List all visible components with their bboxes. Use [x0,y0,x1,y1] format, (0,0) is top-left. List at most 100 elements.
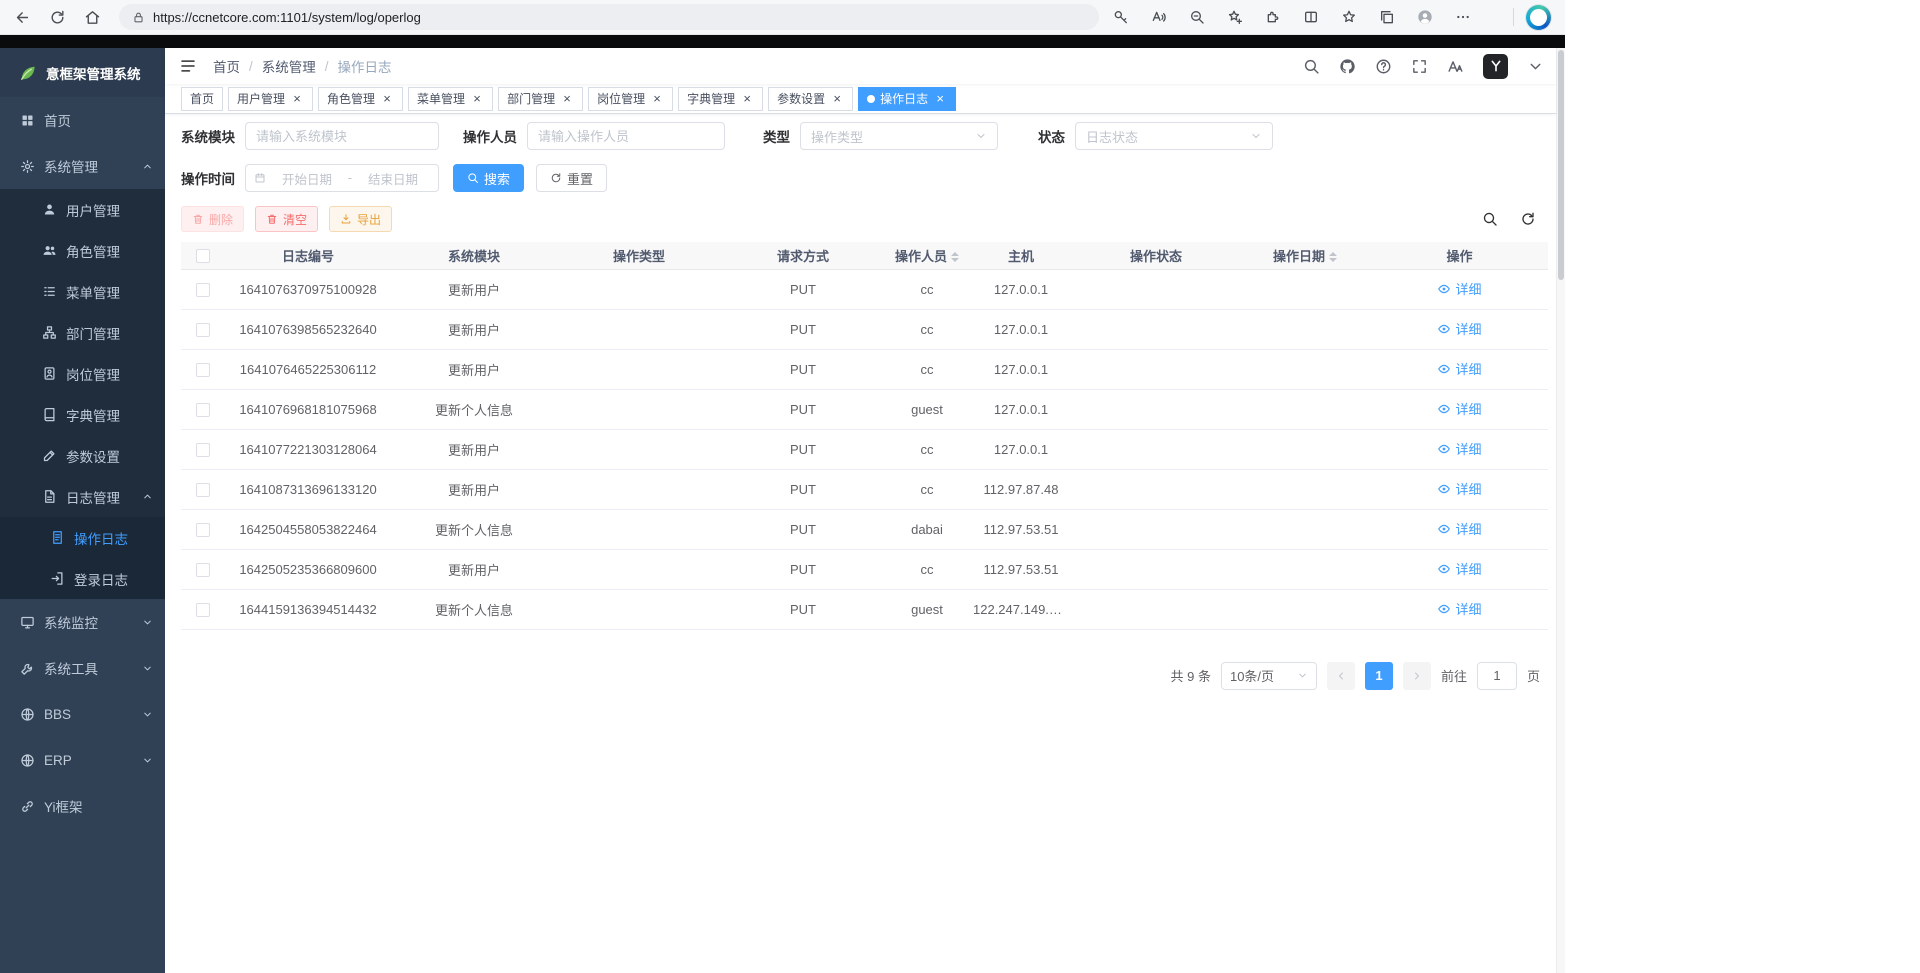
table-header-cell[interactable]: 操作类型 [557,242,721,269]
search-icon[interactable] [1303,58,1320,75]
row-checkbox[interactable] [196,283,210,297]
profile-avatar-icon[interactable] [1417,9,1433,25]
clear-button[interactable]: 清空 [255,206,318,232]
export-button[interactable]: 导出 [329,206,392,232]
delete-button[interactable]: 删除 [181,206,244,232]
tab-close-icon[interactable]: × [933,92,947,106]
browser-home-icon[interactable] [84,9,101,26]
tab[interactable]: 用户管理 × [228,87,313,111]
passwords-icon[interactable] [1113,9,1129,25]
table-header-cell[interactable]: 操作日期 [1239,242,1371,269]
zoom-out-icon[interactable] [1189,9,1205,25]
row-checkbox[interactable] [196,523,210,537]
sort-icons[interactable] [1329,252,1337,262]
tab-close-icon[interactable]: × [830,92,844,106]
detail-link[interactable]: 详细 [1437,279,1481,298]
detail-link[interactable]: 详细 [1437,439,1481,458]
fullscreen-icon[interactable] [1411,58,1428,75]
page-size-select[interactable]: 10条/页 [1221,662,1317,690]
help-icon[interactable] [1375,58,1392,75]
sidebar-item-tools[interactable]: 系统工具 [0,645,165,691]
operator-input[interactable] [527,122,725,150]
tab-close-icon[interactable]: × [470,92,484,106]
detail-link[interactable]: 详细 [1437,479,1481,498]
sidebar-item-monitor[interactable]: 系统监控 [0,599,165,645]
goto-page-input[interactable] [1477,662,1517,690]
table-header-cell[interactable]: 系统模块 [391,242,557,269]
tab-close-icon[interactable]: × [560,92,574,106]
tab-close-icon[interactable]: × [650,92,664,106]
github-icon[interactable] [1339,58,1356,75]
row-checkbox[interactable] [196,603,210,617]
user-avatar[interactable] [1483,54,1508,79]
app-logo[interactable]: 意框架管理系统 [0,48,165,97]
tab[interactable]: 菜单管理 × [408,87,493,111]
sidebar-item-loginlog[interactable]: 登录日志 [0,558,165,599]
tab[interactable]: 角色管理 × [318,87,403,111]
status-select[interactable]: 日志状态 [1075,122,1273,150]
select-all-checkbox[interactable] [196,249,210,263]
page-scrollbar[interactable] [1556,48,1565,973]
favorites-bar-icon[interactable] [1341,9,1357,25]
scrollbar-thumb[interactable] [1558,50,1564,280]
tab[interactable]: 首页 [181,87,223,111]
sidebar-item-menus[interactable]: 菜单管理 [0,271,165,312]
row-checkbox[interactable] [196,483,210,497]
tab-close-icon[interactable]: × [290,92,304,106]
copilot-bing-icon[interactable] [1526,5,1551,30]
sidebar-item-bbs[interactable]: BBS [0,691,165,737]
tab-close-icon[interactable]: × [740,92,754,106]
page-number-button[interactable]: 1 [1365,662,1393,690]
split-screen-icon[interactable] [1303,9,1319,25]
row-checkbox[interactable] [196,363,210,377]
reset-button[interactable]: 重置 [536,164,607,192]
detail-link[interactable]: 详细 [1437,519,1481,538]
detail-link[interactable]: 详细 [1437,399,1481,418]
table-header-cell[interactable]: 主机 [969,242,1073,269]
extensions-icon[interactable] [1265,9,1281,25]
table-header-cell[interactable]: 操作状态 [1073,242,1239,269]
refresh-table-icon[interactable] [1520,211,1536,227]
detail-link[interactable]: 详细 [1437,599,1481,618]
row-checkbox[interactable] [196,323,210,337]
font-size-icon[interactable] [1447,58,1464,75]
sidebar-item-system[interactable]: 系统管理 [0,143,165,189]
row-checkbox[interactable] [196,443,210,457]
sidebar-item-erp[interactable]: ERP [0,737,165,783]
tab-close-icon[interactable]: × [380,92,394,106]
breadcrumb-system[interactable]: 系统管理 [262,56,316,76]
sort-icons[interactable] [951,252,959,262]
add-favorite-icon[interactable] [1227,9,1243,25]
search-button[interactable]: 搜索 [453,164,524,192]
read-aloud-icon[interactable] [1151,9,1167,25]
sidebar-item-users[interactable]: 用户管理 [0,189,165,230]
collections-icon[interactable] [1379,9,1395,25]
sidebar-item-dicts[interactable]: 字典管理 [0,394,165,435]
row-checkbox[interactable] [196,563,210,577]
sidebar-item-operlog[interactable]: 操作日志 [0,517,165,558]
row-checkbox[interactable] [196,403,210,417]
tab[interactable]: 操作日志 × [858,87,956,111]
reload-icon[interactable] [49,9,66,26]
type-select[interactable]: 操作类型 [800,122,998,150]
sidebar-item-logs[interactable]: 日志管理 [0,476,165,517]
breadcrumb-home[interactable]: 首页 [213,56,240,76]
sidebar-item-roles[interactable]: 角色管理 [0,230,165,271]
detail-link[interactable]: 详细 [1437,359,1481,378]
table-header-cell[interactable]: 操作 [1371,242,1548,269]
detail-link[interactable]: 详细 [1437,319,1481,338]
date-range-picker[interactable]: 开始日期 - 结束日期 [245,164,439,192]
toggle-search-icon[interactable] [1482,211,1498,227]
back-icon[interactable] [14,9,31,26]
tab[interactable]: 参数设置 × [768,87,853,111]
sidebar-item-posts[interactable]: 岗位管理 [0,353,165,394]
table-header-cell[interactable]: 日志编号 [225,242,391,269]
tab[interactable]: 岗位管理 × [588,87,673,111]
sidebar-item-yiframe[interactable]: Yi框架 [0,783,165,829]
table-header-cell[interactable]: 请求方式 [721,242,885,269]
table-header-cell[interactable]: 操作人员 [885,242,969,269]
next-page-button[interactable] [1403,662,1431,690]
sidebar-item-departments[interactable]: 部门管理 [0,312,165,353]
address-bar[interactable]: https://ccnetcore.com:1101/system/log/op… [119,4,1099,30]
sidebar-item-home[interactable]: 首页 [0,97,165,143]
